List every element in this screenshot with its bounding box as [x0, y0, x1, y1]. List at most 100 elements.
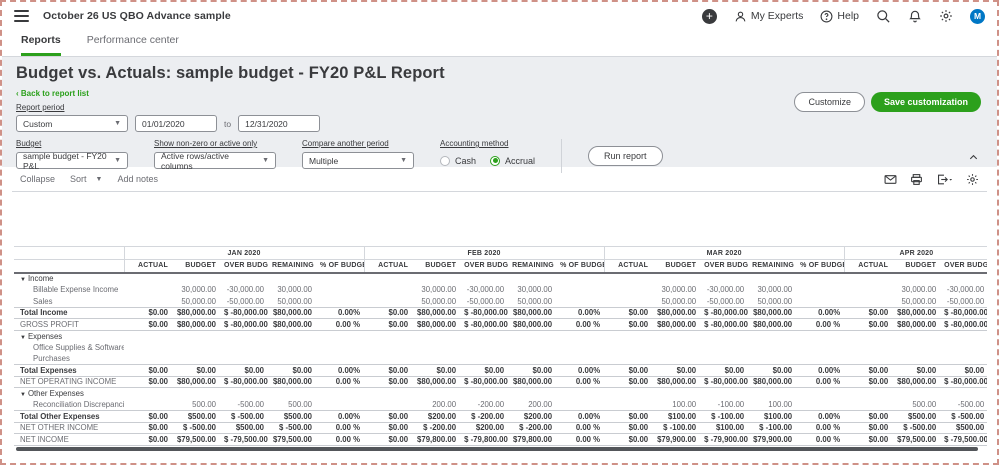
- date-from-input[interactable]: 01/01/2020: [135, 115, 217, 132]
- report-table: JAN 2020FEB 2020MAR 2020APR 2020ACTUALBU…: [14, 246, 987, 446]
- cell: [508, 330, 556, 342]
- cell: [844, 388, 892, 400]
- accrual-radio[interactable]: Accrual: [490, 156, 535, 166]
- date-to-input[interactable]: 12/31/2020: [238, 115, 320, 132]
- tab-performance-center[interactable]: Performance center: [87, 34, 179, 56]
- cell: $0.00: [364, 365, 412, 377]
- table-row: ▼Other Expenses: [14, 388, 987, 400]
- column-header: ACTUAL: [844, 260, 892, 273]
- row-label: NET OPERATING INCOME: [14, 376, 124, 388]
- column-header: OVER BUDGET: [220, 260, 268, 273]
- cell: $0.00: [844, 422, 892, 434]
- help-button[interactable]: Help: [820, 10, 859, 23]
- search-icon[interactable]: [876, 9, 891, 24]
- cell: $0.00: [844, 411, 892, 423]
- sort-button[interactable]: Sort▼: [70, 174, 102, 184]
- cell: $500.00: [892, 411, 940, 423]
- email-icon[interactable]: [884, 173, 897, 186]
- cell: [316, 353, 364, 365]
- table-row: Total Expenses$0.00$0.00$0.00$0.000.00%$…: [14, 365, 987, 377]
- settings-gear-icon[interactable]: [939, 9, 953, 23]
- row-label[interactable]: ▼Income: [14, 273, 124, 285]
- collapse-rows-button[interactable]: Collapse: [20, 174, 55, 184]
- cell: $80,000.00: [652, 319, 700, 331]
- app-window: October 26 US QBO Advance sample + My Ex…: [0, 0, 999, 465]
- column-header: BUDGET: [172, 260, 220, 273]
- cell: [316, 388, 364, 400]
- tab-reports[interactable]: Reports: [21, 34, 61, 56]
- customize-button[interactable]: Customize: [794, 92, 865, 112]
- quick-create-icon[interactable]: +: [702, 9, 717, 24]
- table-row: NET OTHER INCOME$0.00$ -500.00$500.00$ -…: [14, 422, 987, 434]
- cash-radio[interactable]: Cash: [440, 156, 476, 166]
- back-to-report-list-link[interactable]: ‹ Back to report list: [16, 89, 89, 98]
- cell: $ -80,000.00: [460, 319, 508, 331]
- cell: [604, 284, 652, 296]
- collapse-filters-chevron-up-icon[interactable]: [968, 152, 979, 163]
- person-icon: [734, 10, 747, 23]
- cell: [124, 296, 172, 308]
- cell: [460, 388, 508, 400]
- cell: 0.00%: [316, 307, 364, 319]
- accounting-method-group: Accounting method Cash Accrual: [440, 139, 535, 169]
- cell: [364, 296, 412, 308]
- row-label: Billable Expense Income: [14, 284, 124, 296]
- cell: -30,000.00: [220, 284, 268, 296]
- print-icon[interactable]: [910, 173, 923, 186]
- cell: $80,000.00: [172, 319, 220, 331]
- cell: [364, 342, 412, 354]
- cell: [220, 388, 268, 400]
- column-header: ACTUAL: [364, 260, 412, 273]
- cell: [172, 342, 220, 354]
- compare-period-select[interactable]: Multiple▼: [302, 152, 414, 169]
- cell: [796, 273, 844, 285]
- cell: $0.00: [844, 319, 892, 331]
- my-experts-button[interactable]: My Experts: [734, 10, 804, 23]
- cell: $0.00: [844, 307, 892, 319]
- period-preset-select[interactable]: Custom▼: [16, 115, 128, 132]
- cell: [412, 273, 460, 285]
- cell: $ -200.00: [460, 411, 508, 423]
- month-header-row: JAN 2020FEB 2020MAR 2020APR 2020: [14, 247, 987, 260]
- row-label[interactable]: ▼Expenses: [14, 330, 124, 342]
- user-avatar[interactable]: M: [970, 9, 985, 24]
- hamburger-menu-icon[interactable]: [14, 10, 29, 22]
- notifications-bell-icon[interactable]: [908, 9, 922, 23]
- report-settings-gear-icon[interactable]: [966, 173, 979, 186]
- cell: [172, 273, 220, 285]
- collapse-triangle-icon: ▼: [20, 335, 26, 341]
- cell: [604, 353, 652, 365]
- cell: 0.00 %: [316, 422, 364, 434]
- cell: 0.00 %: [316, 376, 364, 388]
- run-report-button[interactable]: Run report: [588, 146, 663, 166]
- horizontal-scrollbar[interactable]: [16, 447, 978, 451]
- column-header: BUDGET: [892, 260, 940, 273]
- row-label[interactable]: ▼Other Expenses: [14, 388, 124, 400]
- budget-select[interactable]: sample budget - FY20 P&L▼: [16, 152, 128, 169]
- cell: $0.00: [700, 365, 748, 377]
- cell: $0.00: [508, 365, 556, 377]
- cell: [316, 284, 364, 296]
- cell: [508, 273, 556, 285]
- cell: $0.00: [124, 411, 172, 423]
- export-icon[interactable]: [936, 173, 953, 186]
- add-notes-button[interactable]: Add notes: [117, 174, 158, 184]
- save-customization-button[interactable]: Save customization: [871, 92, 981, 112]
- cell: [844, 353, 892, 365]
- help-label: Help: [837, 10, 859, 22]
- cell: [652, 353, 700, 365]
- cell: 50,000.00: [268, 296, 316, 308]
- radio-icon: [490, 156, 500, 166]
- cell: [316, 330, 364, 342]
- show-nonzero-select[interactable]: Active rows/active columns▼: [154, 152, 276, 169]
- cell: 50,000.00: [508, 296, 556, 308]
- cell: [940, 342, 987, 354]
- cell: [892, 353, 940, 365]
- chevron-down-icon: ▼: [114, 157, 121, 164]
- cell: $0.00: [604, 307, 652, 319]
- report-card: Collapse Sort▼ Add notes: [12, 167, 987, 463]
- cell: $0.00: [124, 422, 172, 434]
- cell: $80,000.00: [268, 376, 316, 388]
- cell: [844, 330, 892, 342]
- cell: -30,000.00: [700, 284, 748, 296]
